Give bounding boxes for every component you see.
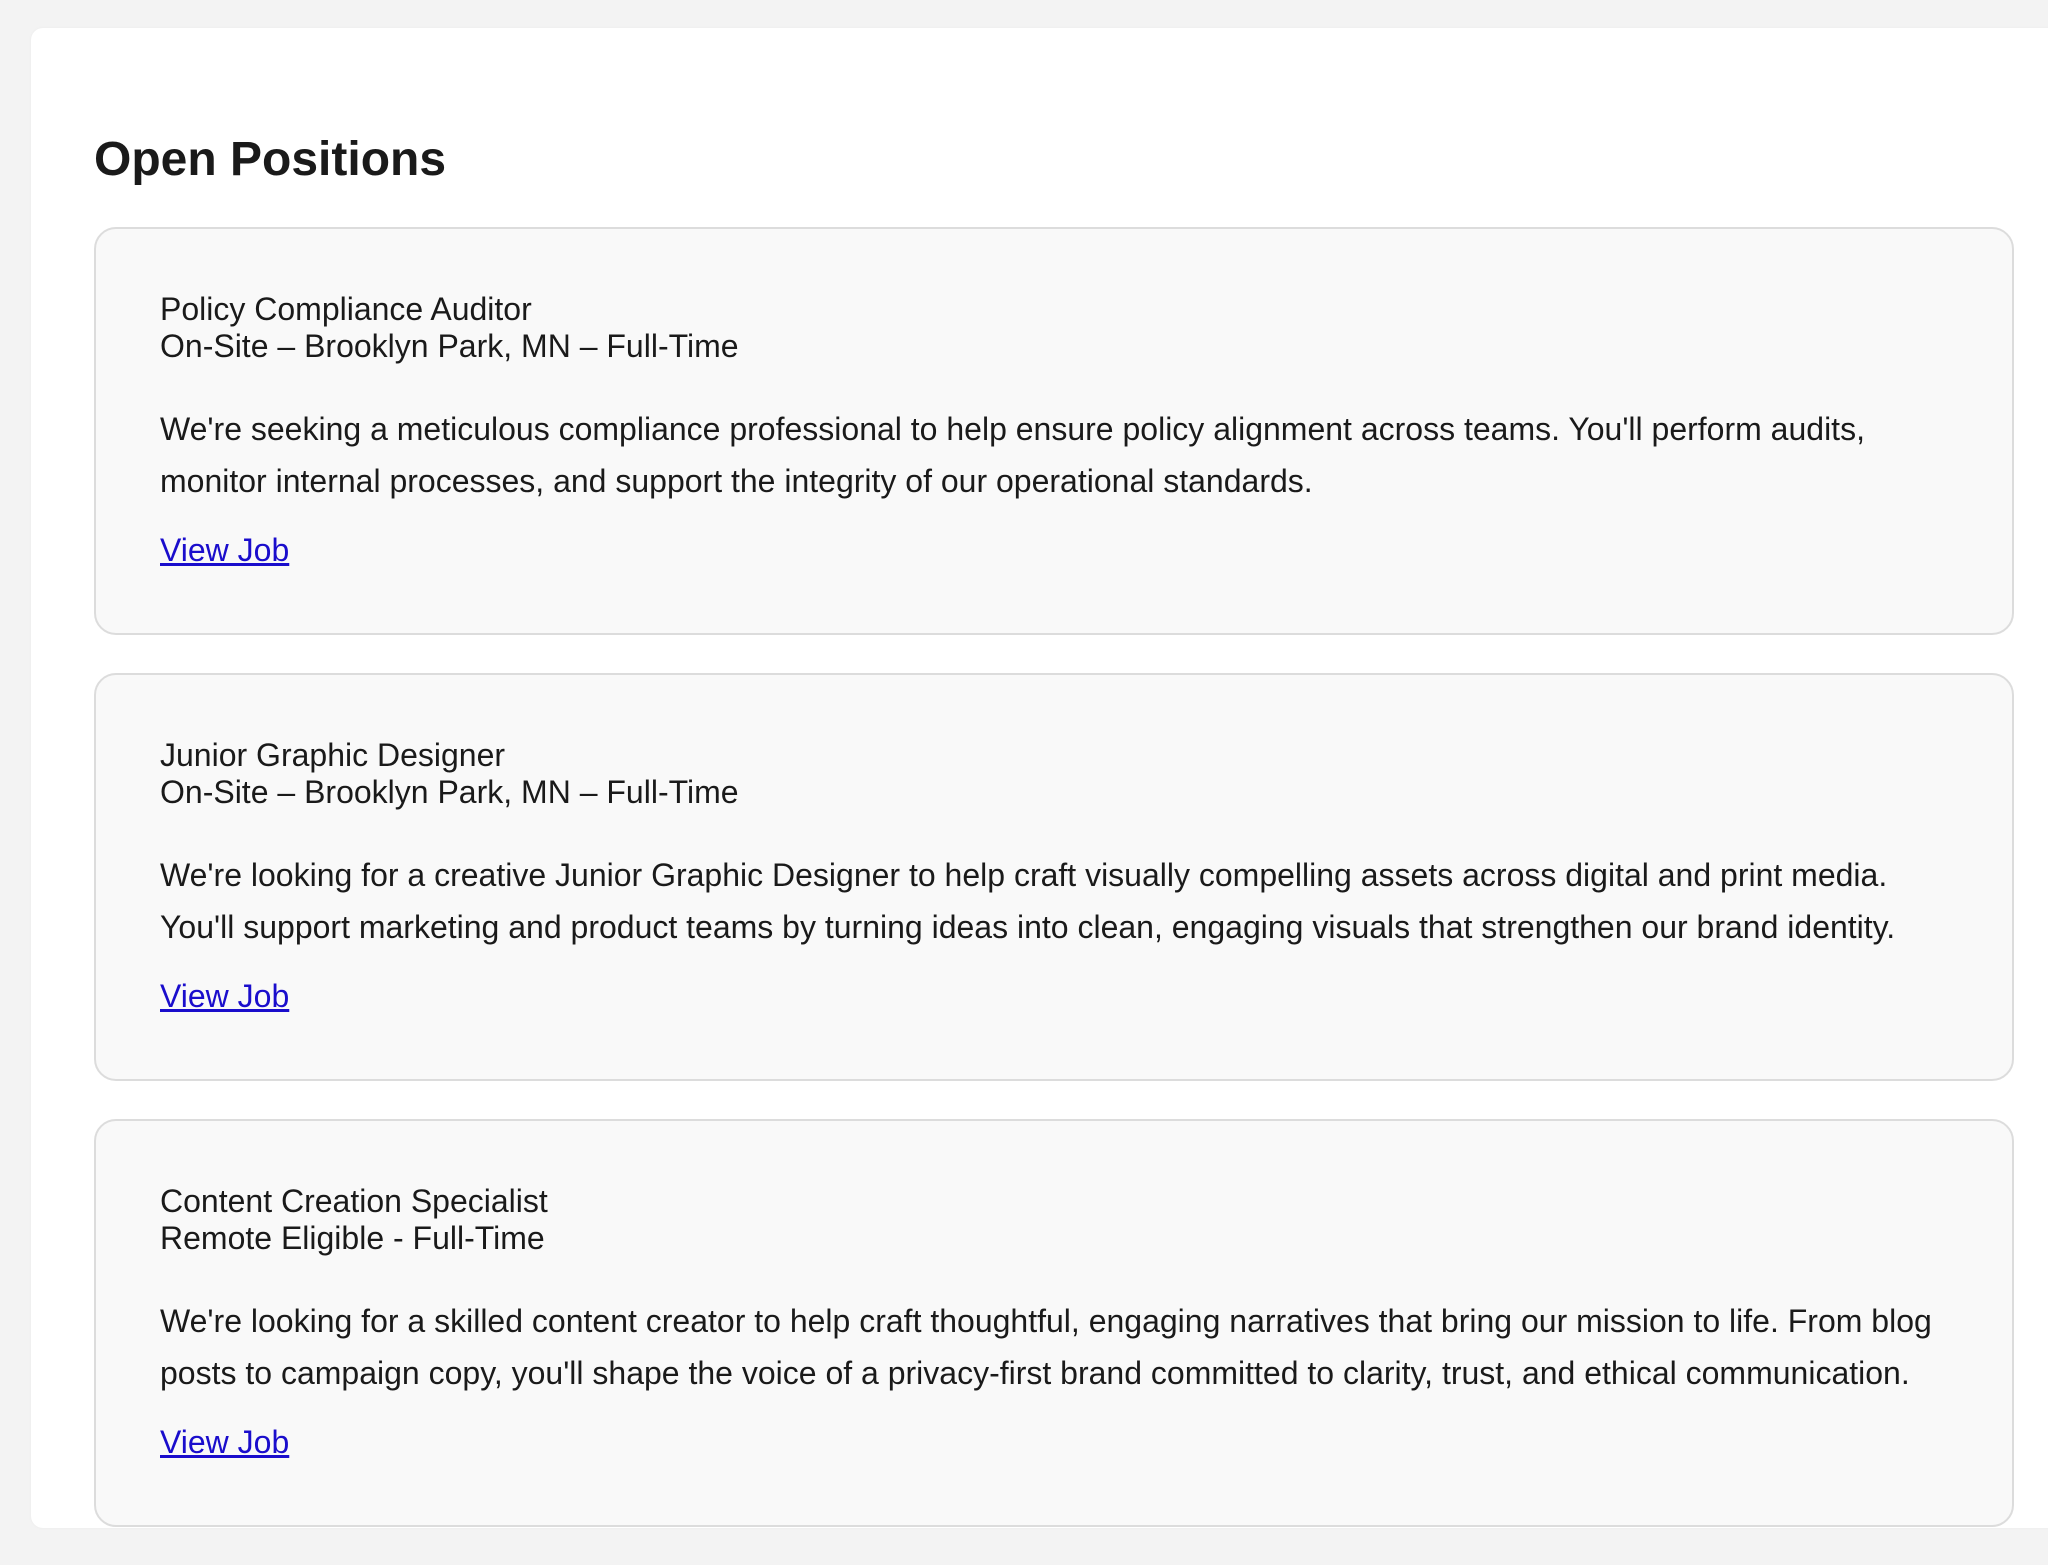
- view-job-link[interactable]: View Job: [160, 1422, 289, 1462]
- job-card-junior-graphic-designer: Junior Graphic Designer On-Site – Brookl…: [94, 673, 2014, 1081]
- job-title: Policy Compliance Auditor: [160, 291, 532, 327]
- page-title: Open Positions: [94, 133, 447, 186]
- job-description: We're seeking a meticulous compliance pr…: [160, 411, 1865, 499]
- job-meta: On-Site – Brooklyn Park, MN – Full-Time: [160, 774, 739, 810]
- view-job-link[interactable]: View Job: [160, 530, 289, 570]
- job-card-content-creation-specialist: Content Creation Specialist Remote Eligi…: [94, 1119, 2014, 1527]
- view-job-link[interactable]: View Job: [160, 976, 289, 1016]
- job-meta: On-Site – Brooklyn Park, MN – Full-Time: [160, 328, 739, 364]
- job-meta: Remote Eligible - Full-Time: [160, 1220, 545, 1256]
- job-title: Junior Graphic Designer: [160, 737, 506, 773]
- job-list: Policy Compliance Auditor On-Site – Broo…: [94, 227, 2014, 1565]
- job-title: Content Creation Specialist: [160, 1183, 548, 1219]
- job-description: We're looking for a skilled content crea…: [160, 1303, 1932, 1391]
- job-description: We're looking for a creative Junior Grap…: [160, 857, 1896, 945]
- job-card-policy-compliance-auditor: Policy Compliance Auditor On-Site – Broo…: [94, 227, 2014, 635]
